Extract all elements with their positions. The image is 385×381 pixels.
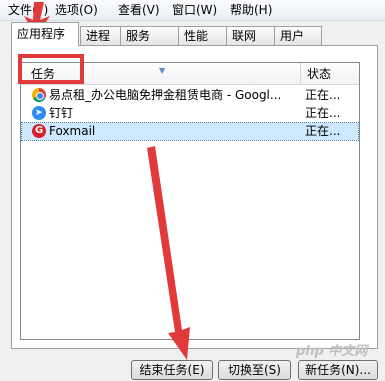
- task-list[interactable]: 任务 ▼ 状态 易点租_办公电脑免押金租赁电商 - Googl... 正在...…: [20, 62, 360, 340]
- tab-networking[interactable]: 联网: [226, 26, 275, 45]
- task-row-selected[interactable]: G Foxmail 正在...: [21, 122, 359, 141]
- dingtalk-icon: ➤: [32, 106, 46, 120]
- foxmail-icon: G: [32, 124, 46, 138]
- task-status: 正在...: [305, 88, 341, 102]
- column-header-status[interactable]: 状态: [301, 63, 359, 85]
- task-name: Foxmail: [49, 124, 96, 138]
- task-row[interactable]: 易点租_办公电脑免押金租赁电商 - Googl... 正在...: [22, 87, 358, 104]
- highlight-box-task-column: [18, 54, 84, 84]
- tab-services[interactable]: 服务: [120, 26, 179, 45]
- menu-window[interactable]: 窗口(W): [172, 2, 217, 18]
- tab-performance[interactable]: 性能: [178, 26, 227, 45]
- menu-file[interactable]: 文件(F): [8, 2, 48, 18]
- task-name: 钉钉: [49, 106, 74, 120]
- switch-to-button[interactable]: 切换至(S): [218, 360, 291, 380]
- menu-bar: 文件(F) 选项(O) 查看(V) 窗口(W) 帮助(H): [0, 0, 385, 21]
- menu-options[interactable]: 选项(O): [55, 2, 98, 18]
- sort-arrow-icon: ▼: [159, 66, 166, 75]
- task-status: 正在...: [305, 106, 341, 120]
- task-name: 易点租_办公电脑免押金租赁电商 - Googl...: [49, 88, 282, 102]
- tab-processes[interactable]: 进程: [80, 26, 122, 45]
- task-row[interactable]: ➤ 钉钉 正在...: [22, 105, 358, 122]
- menu-view[interactable]: 查看(V): [118, 2, 160, 18]
- tab-users[interactable]: 用户: [274, 26, 322, 45]
- end-task-button[interactable]: 结束任务(E): [131, 360, 213, 380]
- chrome-icon: [32, 88, 46, 102]
- column-header-status-label: 状态: [307, 67, 332, 81]
- menu-help[interactable]: 帮助(H): [230, 2, 272, 18]
- task-status: 正在...: [305, 124, 341, 138]
- new-task-button[interactable]: 新任务(N)...: [298, 360, 378, 380]
- tab-applications[interactable]: 应用程序: [11, 22, 79, 46]
- watermark: php 中文网: [296, 344, 368, 359]
